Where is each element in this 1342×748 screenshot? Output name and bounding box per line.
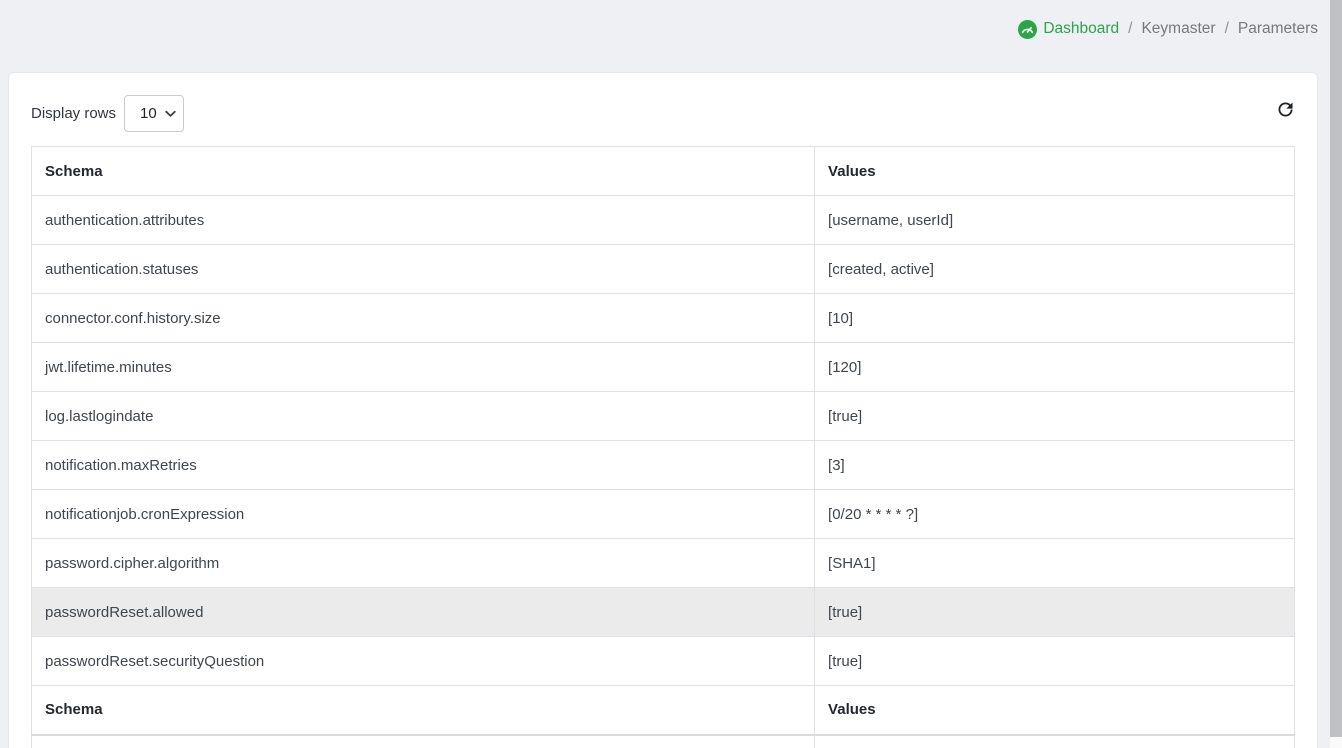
values-cell: [120] [815, 343, 1295, 392]
values-cell: [SHA1] [815, 539, 1295, 588]
values-cell: [3] [815, 441, 1295, 490]
schema-cell: passwordReset.allowed [32, 588, 815, 637]
values-cell: [true] [815, 588, 1295, 637]
breadcrumb-item-dashboard[interactable]: Dashboard [1018, 20, 1119, 39]
schema-cell: authentication.statuses [32, 245, 815, 294]
schema-cell: connector.conf.history.size [32, 294, 815, 343]
values-cell: [true] [815, 637, 1295, 686]
table-footer-header-row: Schema Values [32, 686, 1295, 735]
scrollbar-thumb[interactable] [1330, 0, 1342, 737]
breadcrumb-label: Keymaster [1141, 20, 1215, 38]
column-header-values[interactable]: Values [815, 147, 1295, 196]
breadcrumb-item-keymaster: Keymaster [1141, 20, 1215, 38]
table-row[interactable]: connector.conf.history.size[10] [32, 294, 1295, 343]
table-row[interactable]: jwt.lifetime.minutes[120] [32, 343, 1295, 392]
schema-cell: log.lastlogindate [32, 392, 815, 441]
values-cell: [10] [815, 294, 1295, 343]
table-row[interactable]: password.cipher.algorithm[SHA1] [32, 539, 1295, 588]
table-row[interactable]: notification.maxRetries[3] [32, 441, 1295, 490]
vertical-scrollbar[interactable] [1330, 0, 1342, 748]
refresh-icon [1275, 99, 1296, 120]
breadcrumb-separator: / [1225, 20, 1229, 38]
schema-cell: password.cipher.algorithm [32, 539, 815, 588]
breadcrumb-separator: / [1128, 20, 1132, 38]
rows-per-page-select[interactable]: 10 [124, 95, 184, 132]
parameters-table: Schema Values authentication.attributes[… [31, 146, 1295, 748]
footer-column-header-values[interactable]: Values [815, 686, 1295, 735]
breadcrumb-label: Dashboard [1043, 20, 1119, 38]
schema-cell: notificationjob.cronExpression [32, 490, 815, 539]
breadcrumb: Dashboard / Keymaster / Parameters [1018, 20, 1318, 39]
values-cell: [created, active] [815, 245, 1295, 294]
table-controls: Display rows 10 [31, 95, 1295, 132]
top-bar: Dashboard / Keymaster / Parameters [0, 0, 1318, 58]
values-cell: [username, userId] [815, 196, 1295, 245]
table-row[interactable]: passwordReset.securityQuestion[true] [32, 637, 1295, 686]
table-header-row: Schema Values [32, 147, 1295, 196]
schema-cell: passwordReset.securityQuestion [32, 637, 815, 686]
breadcrumb-item-parameters: Parameters [1238, 20, 1318, 38]
display-rows-label: Display rows [31, 105, 116, 122]
table-row[interactable]: authentication.statuses[created, active] [32, 245, 1295, 294]
table-row-partial [32, 735, 1295, 748]
table-row[interactable]: notificationjob.cronExpression[0/20 * * … [32, 490, 1295, 539]
empty-cell [815, 735, 1295, 748]
values-cell: [0/20 * * * * ?] [815, 490, 1295, 539]
parameters-card: Display rows 10 Schema Values authentica… [8, 72, 1318, 748]
table-body: authentication.attributes[username, user… [32, 196, 1295, 686]
schema-cell: jwt.lifetime.minutes [32, 343, 815, 392]
table-row[interactable]: authentication.attributes[username, user… [32, 196, 1295, 245]
schema-cell: authentication.attributes [32, 196, 815, 245]
breadcrumb-label: Parameters [1238, 20, 1318, 38]
table-row[interactable]: passwordReset.allowed[true] [32, 588, 1295, 637]
values-cell: [true] [815, 392, 1295, 441]
footer-column-header-schema[interactable]: Schema [32, 686, 815, 735]
schema-cell: notification.maxRetries [32, 441, 815, 490]
dashboard-gauge-icon [1018, 20, 1037, 39]
column-header-schema[interactable]: Schema [32, 147, 815, 196]
table-row[interactable]: log.lastlogindate[true] [32, 392, 1295, 441]
refresh-button[interactable] [1272, 96, 1298, 122]
empty-cell [32, 735, 815, 748]
